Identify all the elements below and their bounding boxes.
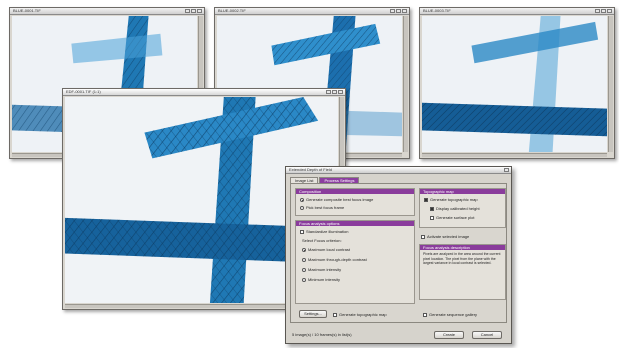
close-icon[interactable] [607,9,612,13]
image-window-3-titlebar[interactable]: BLUE-0003.TIF [420,8,614,15]
gen-topo-bottom-option[interactable]: Generate topographic map [333,312,387,317]
focus-criterion-label: Select Focus criterion: [302,238,342,243]
close-icon[interactable] [338,90,343,94]
radio-button[interactable] [302,247,306,252]
microscope-image-3 [422,16,607,152]
composition-header: Composition [296,189,414,194]
extended-depth-of-field-dialog: Extended Depth of Field Image List Proce… [285,166,512,344]
focus-criterion-text: Select Focus criterion: [302,238,342,243]
generate-topo-label: Generate topographic map [430,197,478,202]
composition-group: Composition Generate composite best focu… [295,188,415,216]
image-window-1-title: BLUE-0001.TIF [13,8,41,13]
surface-plot-label: Generate surface plot [436,215,475,220]
calibrated-height-label: Display calibrated height [436,206,480,211]
gen-topo-bottom-label: Generate topographic map [339,312,387,317]
topographic-header: Topographic map [420,189,505,194]
focus-description-group: Focus analysis description Pixels are an… [419,244,506,300]
composite-option-label: Generate composite best focus image [306,197,374,202]
description-text: Pixels are analyzed in the area around t… [423,252,501,265]
best-frame-option[interactable]: Pick best focus frame [300,205,344,210]
dialog-title: Extended Depth of Field [289,167,332,172]
checkbox[interactable] [421,234,425,239]
status-text: 5 image(s) / 10 frames(s) in list(s) [292,332,352,337]
checkbox[interactable] [333,312,337,317]
maximize-icon[interactable] [396,9,401,13]
close-icon[interactable] [197,9,202,13]
minimize-icon[interactable] [326,90,331,94]
criterion-local-contrast[interactable]: Maximum local contrast [302,247,350,252]
activate-image-option[interactable]: Activate selected image [421,234,469,239]
criterion-max-intensity[interactable]: Maximum intensity [302,267,341,272]
description-header: Focus analysis description [420,245,505,250]
radio-button[interactable] [300,197,304,202]
topographic-map-group: Topographic map Generate topographic map… [419,188,506,228]
focus-analysis-header: Focus analysis options [296,221,414,226]
composite-option[interactable]: Generate composite best focus image [300,197,373,202]
best-frame-option-label: Pick best focus frame [306,205,345,210]
criterion-label: Maximum local contrast [308,247,351,252]
settings-button[interactable]: Settings... [299,310,327,318]
image-window-1-titlebar[interactable]: BLUE-0001.TIF [10,8,204,15]
radio-button[interactable] [300,205,304,210]
minimize-icon[interactable] [390,9,395,13]
create-button[interactable]: Create [434,331,464,339]
close-icon[interactable] [504,168,509,172]
dialog-titlebar[interactable]: Extended Depth of Field [286,167,511,174]
surface-plot-option[interactable]: Generate surface plot [430,215,474,220]
standardize-illumination-label: Standardize illumination [306,229,349,234]
image-window-3-title: BLUE-0003.TIF [423,8,451,13]
cancel-button[interactable]: Cancel [472,331,502,339]
criterion-through-depth[interactable]: Maximum through-depth contrast [302,257,367,262]
maximize-icon[interactable] [601,9,606,13]
minimize-icon[interactable] [595,9,600,13]
criterion-label: Minimum intensity [308,277,341,282]
maximize-icon[interactable] [191,9,196,13]
gen-sequence-label: Generate sequence gallery [429,312,478,317]
checkbox[interactable] [300,229,304,234]
vertical-scrollbar[interactable] [403,16,408,152]
radio-button[interactable] [302,257,306,262]
checkbox[interactable] [430,206,434,211]
result-window-title: EDF-0001.TIF (1:1) [66,89,101,94]
criterion-label: Maximum intensity [308,267,342,272]
maximize-icon[interactable] [332,90,337,94]
minimize-icon[interactable] [185,9,190,13]
close-icon[interactable] [402,9,407,13]
generate-topo-option[interactable]: Generate topographic map [424,197,478,202]
horizontal-scrollbar[interactable] [422,153,607,157]
checkbox[interactable] [424,197,428,202]
vertical-scrollbar[interactable] [608,16,613,152]
image-window-2-titlebar[interactable]: BLUE-0002.TIF [215,8,409,15]
checkbox[interactable] [430,215,434,220]
standardize-illumination-option[interactable]: Standardize illumination [300,229,348,234]
image-window-3[interactable]: BLUE-0003.TIF [419,7,615,159]
activate-image-label: Activate selected image [427,234,470,239]
radio-button[interactable] [302,267,306,272]
criterion-min-intensity[interactable]: Minimum intensity [302,277,340,282]
criterion-label: Maximum through-depth contrast [308,257,367,262]
process-settings-panel: Composition Generate composite best focu… [290,183,507,323]
checkbox[interactable] [423,312,427,317]
image-window-2-title: BLUE-0002.TIF [218,8,246,13]
calibrated-height-option[interactable]: Display calibrated height [430,206,480,211]
radio-button[interactable] [302,277,306,282]
focus-analysis-group: Focus analysis options Standardize illum… [295,220,415,304]
result-window-titlebar[interactable]: EDF-0001.TIF (1:1) [63,89,345,96]
gen-sequence-option[interactable]: Generate sequence gallery [423,312,477,317]
